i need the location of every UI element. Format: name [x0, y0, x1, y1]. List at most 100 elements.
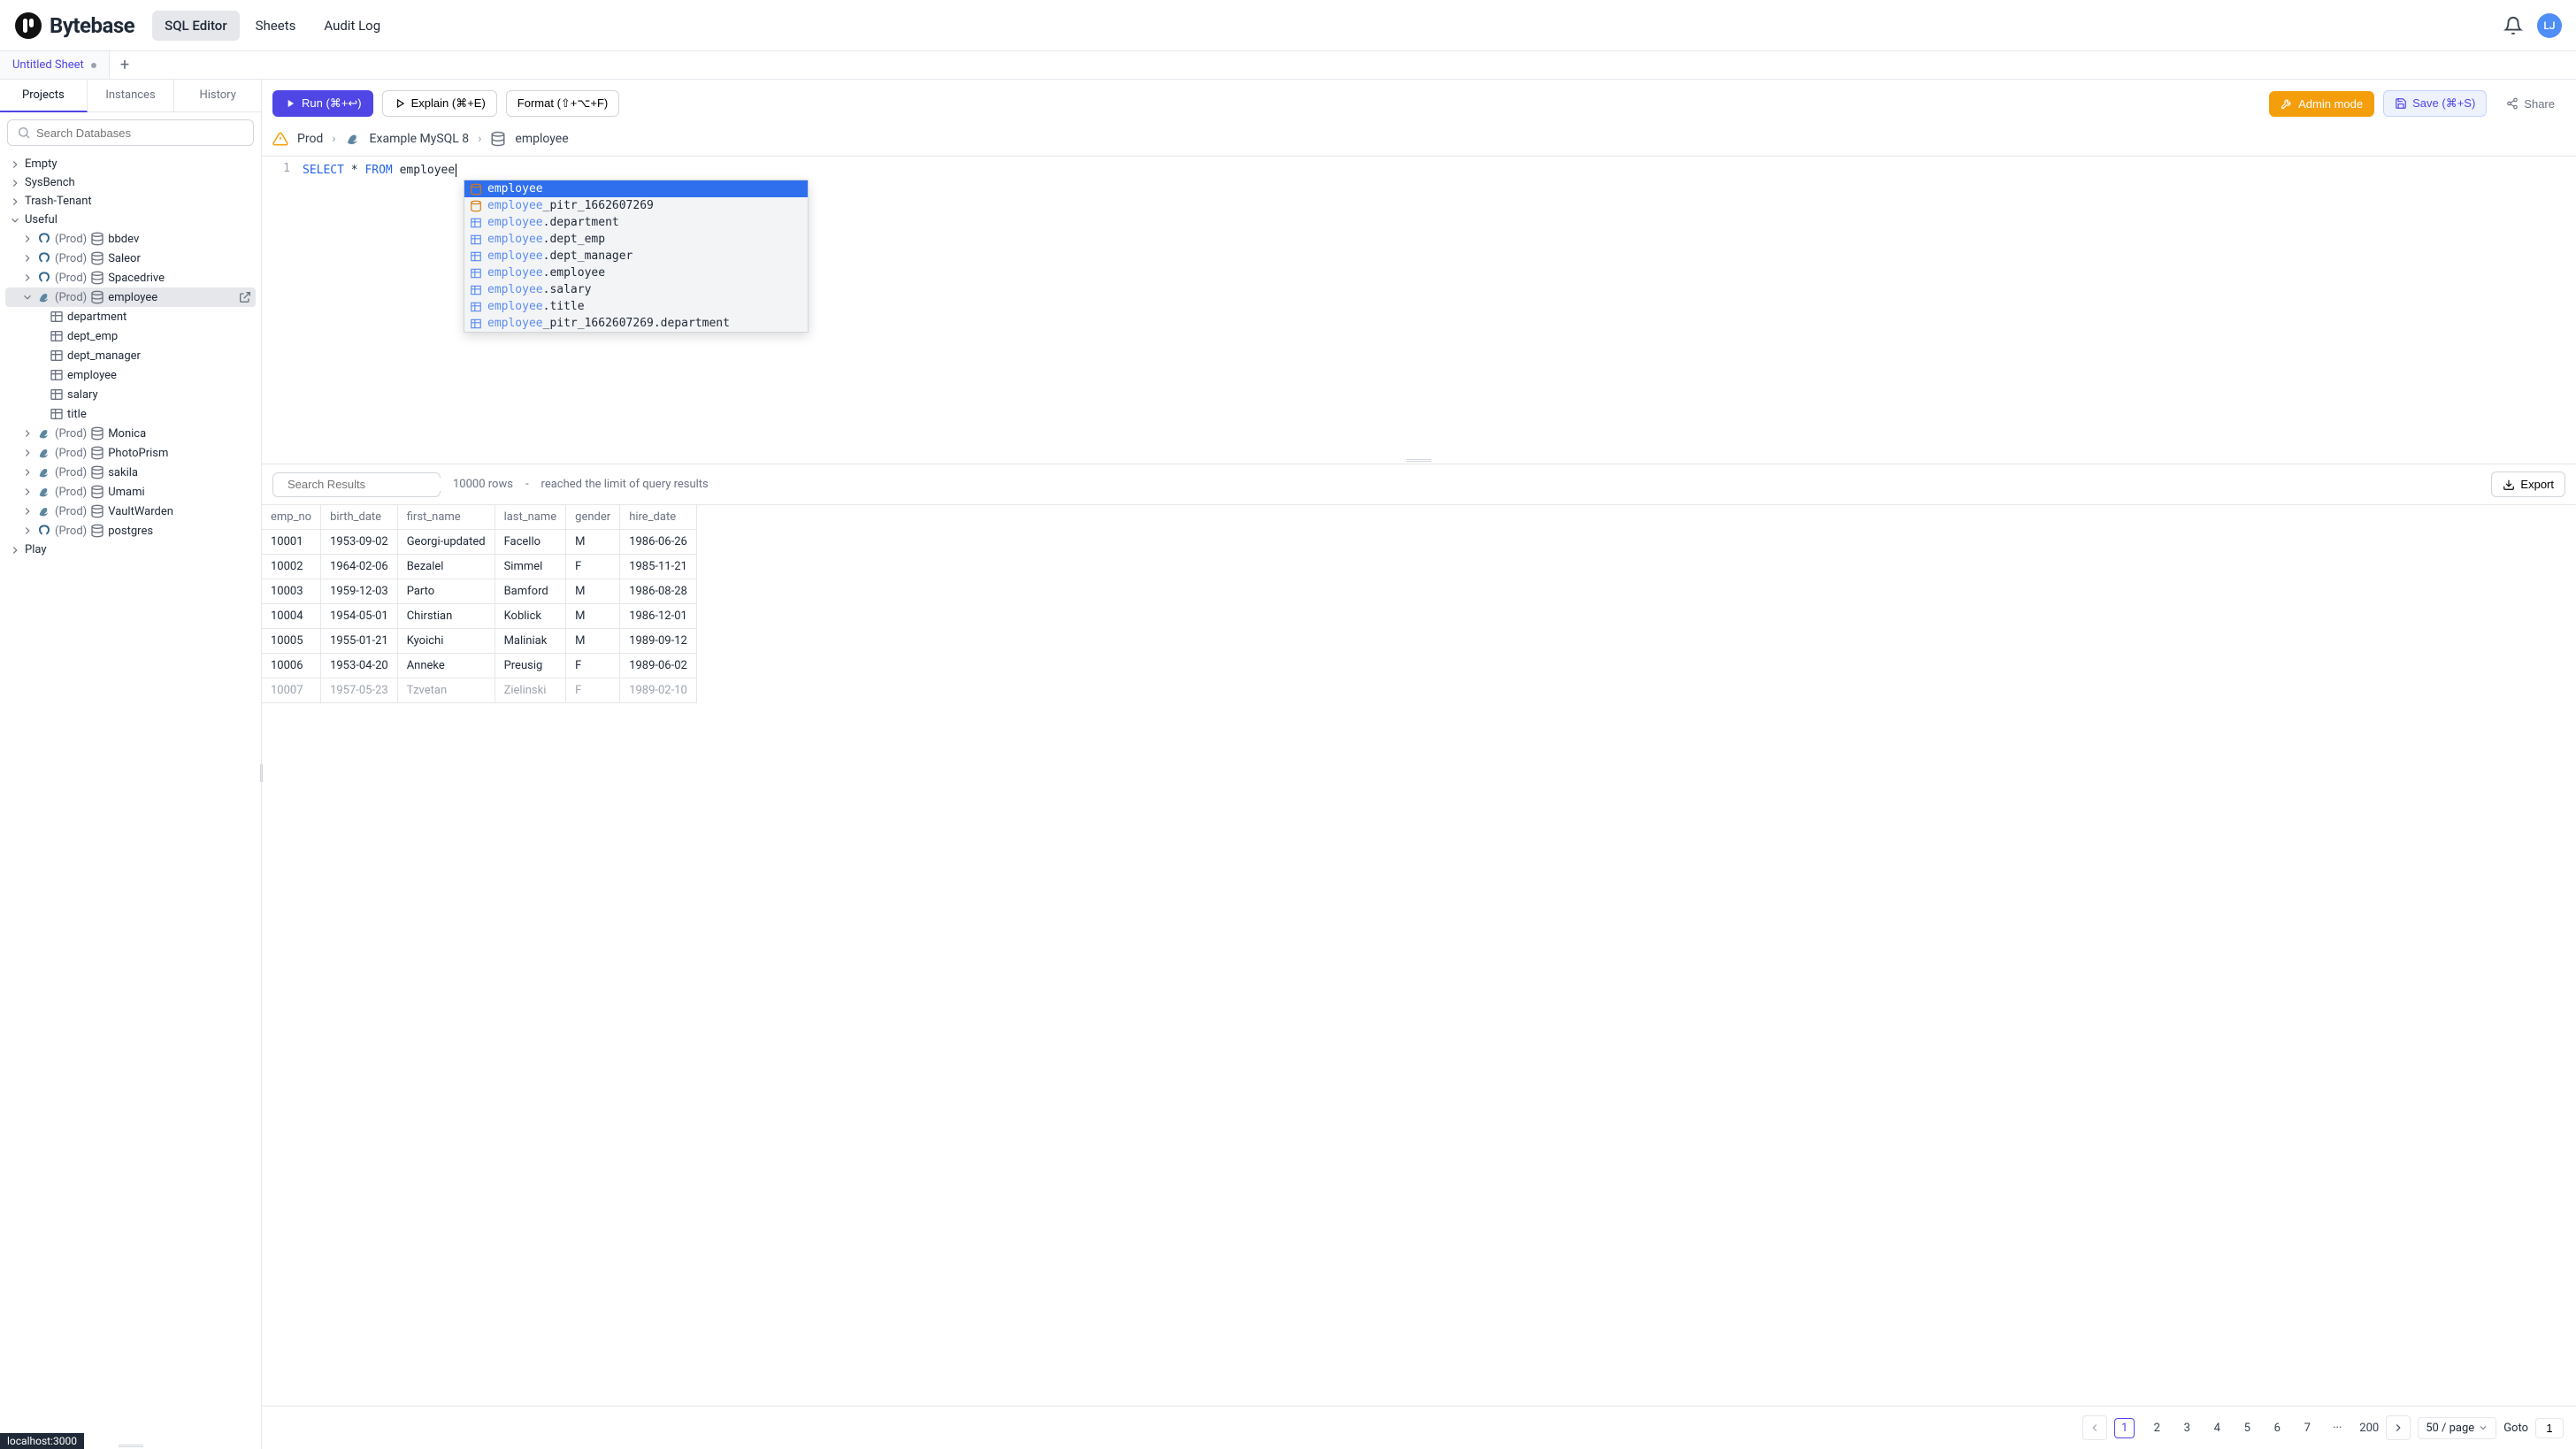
nav-sql-editor[interactable]: SQL Editor: [152, 11, 240, 41]
database-icon: [90, 290, 104, 304]
nav-audit-log[interactable]: Audit Log: [311, 11, 393, 41]
wrench-icon: [2281, 97, 2293, 110]
results-search-input[interactable]: [288, 478, 443, 491]
tree-table[interactable]: department: [5, 307, 256, 326]
tree-database[interactable]: (Prod)Saleor: [5, 249, 256, 268]
sidebar-search-input[interactable]: [36, 126, 244, 140]
content-area: Run (⌘+↩) Explain (⌘+E) Format (⇧+⌥+F) A…: [262, 80, 2576, 1449]
table-row[interactable]: 100021964-02-06BezalelSimmelF1985-11-21: [262, 555, 696, 579]
tree-database[interactable]: (Prod)VaultWarden: [5, 502, 256, 521]
page-number[interactable]: 1: [2114, 1418, 2135, 1438]
run-button[interactable]: Run (⌘+↩): [272, 90, 373, 117]
tree-database[interactable]: (Prod)sakila: [5, 463, 256, 482]
tree-database[interactable]: (Prod)employee: [5, 288, 256, 307]
page-number[interactable]: 5: [2239, 1422, 2255, 1435]
page-number[interactable]: 6: [2269, 1422, 2285, 1435]
page-number[interactable]: 7: [2299, 1422, 2315, 1435]
tree-table[interactable]: employee: [5, 365, 256, 385]
sidebar-tab-history[interactable]: History: [174, 80, 261, 111]
table-row[interactable]: 100011953-09-02Georgi-updatedFacelloM198…: [262, 530, 696, 555]
results-search[interactable]: [272, 472, 441, 497]
bc-env[interactable]: Prod: [297, 132, 323, 146]
save-button[interactable]: Save (⌘+S): [2383, 90, 2487, 117]
table-icon: [50, 329, 64, 343]
table-row[interactable]: 100071957-05-23TzvetanZielinskiF1989-02-…: [262, 678, 696, 703]
table-row[interactable]: 100051955-01-21KyoichiMaliniakM1989-09-1…: [262, 629, 696, 654]
database-icon: [90, 446, 104, 460]
sidebar-tab-projects[interactable]: Projects: [0, 80, 88, 112]
autocomplete-item[interactable]: employee: [464, 180, 808, 197]
mysql-icon: [37, 485, 51, 499]
autocomplete-item[interactable]: employee_pitr_1662607269: [464, 197, 808, 214]
page-number[interactable]: 2: [2149, 1422, 2165, 1435]
share-icon: [2506, 97, 2518, 110]
brand-logo[interactable]: Bytebase: [14, 12, 134, 40]
page-next-button[interactable]: [2386, 1415, 2411, 1440]
autocomplete-item[interactable]: employee.dept_emp: [464, 231, 808, 248]
column-header[interactable]: hire_date: [620, 505, 697, 530]
sidebar-resize-handle[interactable]: [257, 764, 264, 782]
sheet-tab-active[interactable]: Untitled Sheet: [0, 51, 110, 79]
tree-group[interactable]: Useful: [5, 211, 256, 229]
goto-input[interactable]: [2535, 1418, 2564, 1438]
tree-table[interactable]: title: [5, 404, 256, 424]
autocomplete-item[interactable]: employee.dept_manager: [464, 248, 808, 264]
notifications-icon[interactable]: [2503, 16, 2523, 35]
table-row[interactable]: 100061953-04-20AnnekePreusigF1989-06-02: [262, 654, 696, 678]
sidebar-tab-instances[interactable]: Instances: [88, 80, 175, 111]
export-button[interactable]: Export: [2491, 472, 2565, 497]
page-number[interactable]: 4: [2209, 1422, 2225, 1435]
column-header[interactable]: birth_date: [321, 505, 398, 530]
editor-body[interactable]: SELECT * FROM employee: [262, 157, 2576, 180]
table-row[interactable]: 100041954-05-01ChirstianKoblickM1986-12-…: [262, 604, 696, 629]
tree-group[interactable]: SysBench: [5, 173, 256, 192]
tree-database[interactable]: (Prod)Umami: [5, 482, 256, 502]
tree-database[interactable]: (Prod)postgres: [5, 521, 256, 540]
bc-instance[interactable]: Example MySQL 8: [370, 132, 470, 146]
mysql-icon: [37, 504, 51, 518]
tree-database[interactable]: (Prod)Monica: [5, 424, 256, 443]
postgres-icon: [37, 232, 51, 246]
sql-editor[interactable]: 1 SELECT * FROM employee employeeemploye…: [262, 156, 2576, 456]
autocomplete-item[interactable]: employee.title: [464, 298, 808, 315]
tree-group[interactable]: Empty: [5, 155, 256, 173]
page-number[interactable]: 3: [2179, 1422, 2195, 1435]
table-icon: [50, 387, 64, 402]
external-link-icon[interactable]: [238, 290, 252, 304]
tree-database[interactable]: (Prod)bbdev: [5, 229, 256, 249]
column-header[interactable]: last_name: [494, 505, 566, 530]
tree-table[interactable]: dept_manager: [5, 346, 256, 365]
column-header[interactable]: emp_no: [262, 505, 321, 530]
admin-mode-button[interactable]: Admin mode: [2269, 91, 2374, 117]
sidebar: Projects Instances History EmptySysBench…: [0, 80, 262, 1449]
tree-table[interactable]: salary: [5, 385, 256, 404]
sidebar-search[interactable]: [7, 119, 254, 146]
new-sheet-button[interactable]: +: [110, 56, 140, 74]
tree-database[interactable]: (Prod)Spacedrive: [5, 268, 256, 288]
horizontal-splitter[interactable]: [262, 456, 2576, 464]
nav-sheets[interactable]: Sheets: [243, 11, 309, 41]
page-number[interactable]: 200: [2359, 1422, 2379, 1435]
format-button[interactable]: Format (⇧+⌥+F): [506, 90, 619, 117]
page-size-select[interactable]: 50 / page: [2418, 1417, 2496, 1439]
tree-database[interactable]: (Prod)PhotoPrism: [5, 443, 256, 463]
tree-table[interactable]: dept_emp: [5, 326, 256, 346]
share-button[interactable]: Share: [2496, 92, 2565, 116]
table-icon: [50, 368, 64, 382]
explain-button[interactable]: Explain (⌘+E): [382, 90, 497, 117]
user-avatar[interactable]: LJ: [2537, 13, 2562, 38]
bc-db[interactable]: employee: [515, 132, 568, 146]
page-number[interactable]: ···: [2329, 1422, 2345, 1435]
bytebase-logo-icon: [14, 12, 42, 40]
column-header[interactable]: gender: [566, 505, 620, 530]
tree-group[interactable]: Play: [5, 540, 256, 559]
table-row[interactable]: 100031959-12-03PartoBamfordM1986-08-28: [262, 579, 696, 604]
autocomplete-item[interactable]: employee.department: [464, 214, 808, 231]
autocomplete-item[interactable]: employee.employee: [464, 264, 808, 281]
column-header[interactable]: first_name: [397, 505, 494, 530]
autocomplete-item[interactable]: employee.salary: [464, 281, 808, 298]
results-grid[interactable]: emp_nobirth_datefirst_namelast_namegende…: [262, 504, 2576, 1406]
autocomplete-item[interactable]: employee_pitr_1662607269.department: [464, 315, 808, 332]
tree-group[interactable]: Trash-Tenant: [5, 192, 256, 211]
page-prev-button[interactable]: [2082, 1415, 2107, 1440]
